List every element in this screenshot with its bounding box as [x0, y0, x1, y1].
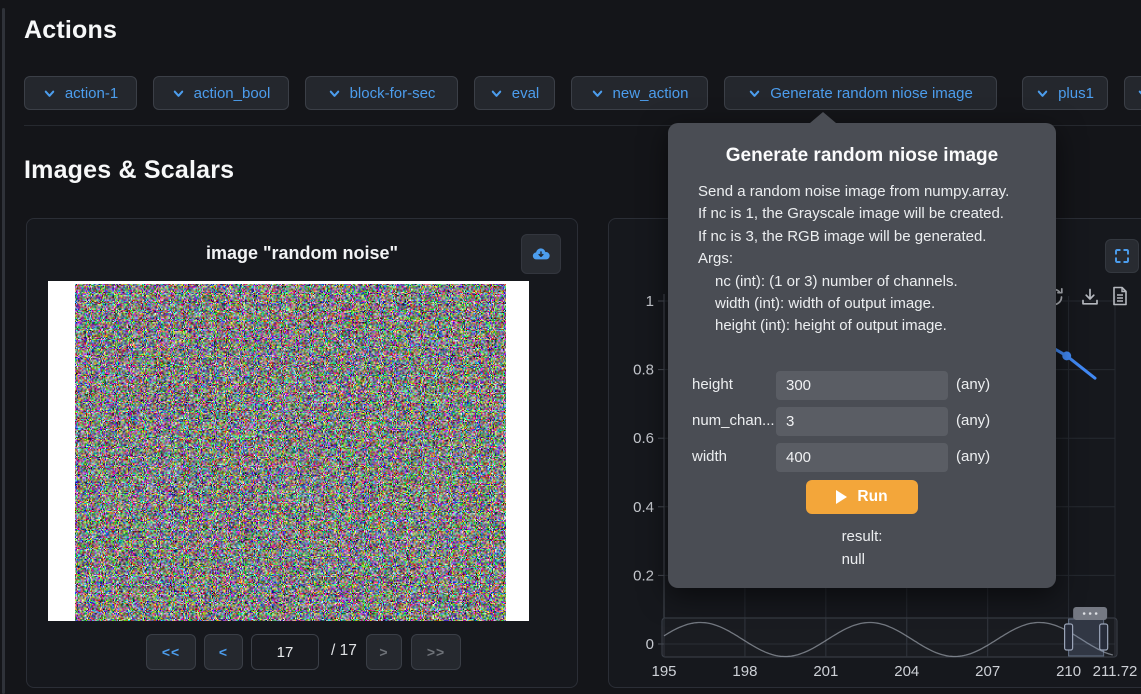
y-tick-label: 0.2 — [633, 567, 654, 584]
field-label: num_chan... — [692, 412, 774, 429]
noise-image-frame — [48, 281, 529, 621]
chevron-down-icon — [1137, 87, 1141, 100]
field-type-hint: (any) — [956, 412, 990, 429]
x-tick-label: 210 — [1056, 663, 1081, 680]
chevron-down-icon — [43, 87, 56, 100]
chevron-down-icon — [490, 87, 503, 100]
description-line: Send a random noise image from numpy.arr… — [698, 181, 1040, 203]
pagination-first-button[interactable]: << — [146, 634, 196, 670]
action-button-label: action-1 — [65, 85, 118, 102]
popup-description: Send a random noise image from numpy.arr… — [698, 181, 1040, 338]
cloud-download-icon — [531, 244, 551, 264]
height-field[interactable] — [776, 371, 948, 400]
popup-title: Generate random niose image — [668, 145, 1056, 167]
pagination-prev-button[interactable]: < — [204, 634, 243, 670]
field-label: width — [692, 448, 774, 465]
y-tick-label: 0.4 — [633, 499, 654, 516]
action-button-block-for-sec[interactable]: block-for-sec — [305, 76, 458, 110]
pagination-next-button[interactable]: > — [366, 634, 402, 670]
image-card: image "random noise" << < / 17 > >> — [26, 218, 578, 688]
data-view-button[interactable] — [1109, 284, 1131, 313]
fullscreen-button[interactable] — [1105, 239, 1139, 273]
document-icon — [1109, 284, 1131, 308]
grip-dot — [1095, 612, 1098, 615]
chevron-down-icon — [328, 87, 341, 100]
play-icon — [836, 490, 847, 504]
action-button-label: plus1 — [1058, 85, 1094, 102]
grip-dot — [1089, 612, 1092, 615]
app-root: Actions action-1 action_bool block-for-s… — [0, 0, 1141, 694]
fullscreen-icon — [1113, 247, 1131, 265]
image-card-title: image "random noise" — [27, 243, 577, 264]
y-tick-label: 0.8 — [633, 362, 654, 379]
datazoom-handle[interactable] — [1065, 624, 1073, 650]
action-button-label: new_action — [613, 85, 689, 102]
action-button-label: Generate random niose image — [770, 85, 973, 102]
action-button-truncated[interactable] — [1124, 76, 1141, 110]
pagination-page-input[interactable] — [251, 634, 319, 670]
field-row-width: width (any) — [668, 443, 1056, 472]
chevron-down-icon — [1036, 87, 1049, 100]
action-popup: Generate random niose image Send a rando… — [668, 123, 1056, 588]
download-button[interactable] — [1078, 285, 1102, 314]
description-line: nc (int): (1 or 3) number of channels. — [698, 271, 1040, 293]
result-value: null — [842, 548, 883, 571]
field-type-hint: (any) — [956, 376, 990, 393]
y-tick-label: 1 — [646, 293, 654, 310]
actions-heading: Actions — [24, 16, 117, 45]
download-icon — [1078, 285, 1102, 309]
action-button-label: block-for-sec — [350, 85, 436, 102]
result-label: result: — [842, 525, 883, 548]
pagination-last-button[interactable]: >> — [411, 634, 461, 670]
chevron-down-icon — [748, 87, 761, 100]
action-button-eval[interactable]: eval — [474, 76, 555, 110]
action-button-action-bool[interactable]: action_bool — [153, 76, 289, 110]
run-button-label: Run — [857, 488, 887, 506]
width-field[interactable] — [776, 443, 948, 472]
action-button-action-1[interactable]: action-1 — [24, 76, 137, 110]
x-tick-label: 201 — [813, 663, 838, 680]
action-button-plus1[interactable]: plus1 — [1022, 76, 1108, 110]
datazoom-window[interactable] — [1069, 619, 1104, 656]
field-row-num-channels: num_chan... (any) — [668, 407, 1056, 436]
x-tick-label: 204 — [894, 663, 919, 680]
description-line: width (int): width of output image. — [698, 293, 1040, 315]
field-type-hint: (any) — [956, 448, 990, 465]
action-button-generate-random-niose-image[interactable]: Generate random niose image — [724, 76, 997, 110]
result-block: result: null — [668, 525, 1056, 571]
y-tick-label: 0.6 — [633, 430, 654, 447]
field-label: height — [692, 376, 774, 393]
x-tick-label: 198 — [732, 663, 757, 680]
grip-dot — [1083, 612, 1086, 615]
description-line: If nc is 1, the Grayscale image will be … — [698, 203, 1040, 225]
chevron-down-icon — [172, 87, 185, 100]
field-row-height: height (any) — [668, 371, 1056, 400]
series-point-marker[interactable] — [1062, 351, 1071, 360]
description-line: If nc is 3, the RGB image will be genera… — [698, 226, 1040, 248]
description-line: height (int): height of output image. — [698, 315, 1040, 337]
pagination-total-label: / 17 — [331, 642, 357, 660]
run-button[interactable]: Run — [806, 480, 918, 514]
image-download-button[interactable] — [521, 234, 561, 274]
action-button-new-action[interactable]: new_action — [571, 76, 708, 110]
chevron-down-icon — [591, 87, 604, 100]
datazoom-handle[interactable] — [1100, 624, 1108, 650]
random-noise-image — [75, 284, 506, 621]
num-channels-field[interactable] — [776, 407, 948, 436]
y-tick-label: 0 — [646, 636, 654, 653]
x-tick-label: 195 — [651, 663, 676, 680]
images-scalars-heading: Images & Scalars — [24, 156, 234, 185]
action-button-label: eval — [512, 85, 540, 102]
description-line: Args: — [698, 248, 1040, 270]
x-tick-label: 211.72 — [1093, 663, 1138, 680]
action-button-label: action_bool — [194, 85, 271, 102]
x-tick-label: 207 — [975, 663, 1000, 680]
scrollbar-strip[interactable] — [2, 8, 5, 694]
popup-caret — [810, 112, 836, 123]
